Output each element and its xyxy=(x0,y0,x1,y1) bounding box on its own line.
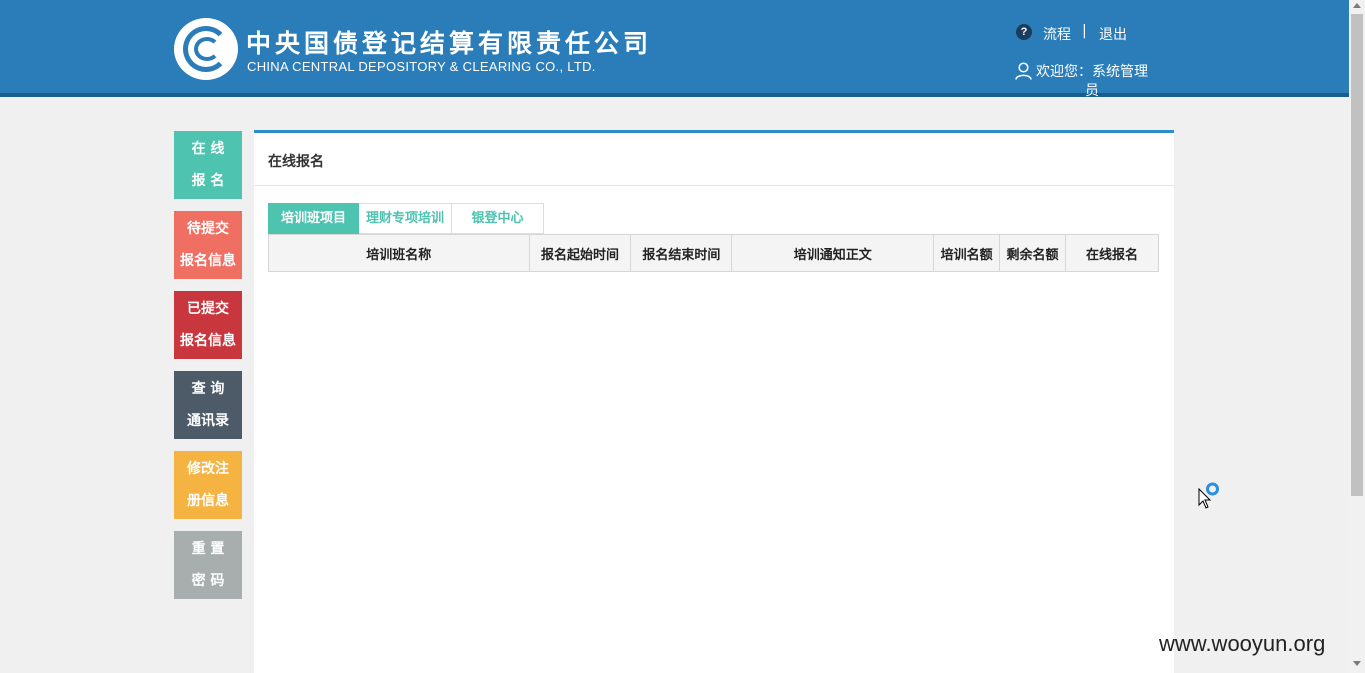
column-header: 报名结束时间 xyxy=(630,234,733,272)
busy-cursor-icon xyxy=(1198,482,1219,509)
flow-link[interactable]: 流程 xyxy=(1043,24,1071,44)
sidebar-item-submitted[interactable]: 已提交 报名信息 xyxy=(174,291,242,359)
column-header: 报名起始时间 xyxy=(528,234,632,272)
sidebar-item-edit-registration[interactable]: 修改注 册信息 xyxy=(174,451,242,519)
header-bar: 中央国债登记结算有限责任公司 CHINA CENTRAL DEPOSITORY … xyxy=(0,0,1349,99)
tab-training-projects[interactable]: 培训班项目 xyxy=(268,203,359,234)
column-header: 剩余名额 xyxy=(999,234,1067,272)
sidebar-item-address-book[interactable]: 查 询 通讯录 xyxy=(174,371,242,439)
sidebar-item-label: 报 名 xyxy=(191,173,225,189)
main-panel: 在线报名 培训班项目 理财专项培训 银登中心 培训班名称 报名起始时间 报名结束… xyxy=(254,130,1174,673)
company-name-cn: 中央国债登记结算有限责任公司 xyxy=(246,29,653,58)
page-title: 在线报名 xyxy=(268,154,324,170)
user-icon xyxy=(1015,62,1032,80)
column-header: 培训班名称 xyxy=(268,234,530,272)
sidebar-item-label: 已提交 xyxy=(187,301,229,317)
ccdc-logo-icon xyxy=(174,18,238,80)
company-name-en: CHINA CENTRAL DEPOSITORY & CLEARING CO.,… xyxy=(247,59,596,74)
sidebar-item-label: 修改注 xyxy=(187,461,229,477)
column-header: 培训名额 xyxy=(933,234,1001,272)
sidebar-item-label: 待提交 xyxy=(187,221,229,237)
sidebar-item-label: 报名信息 xyxy=(180,333,236,349)
scroll-up-icon[interactable] xyxy=(1353,3,1361,8)
sidebar-item-reset-password[interactable]: 重 置 密 码 xyxy=(174,531,242,599)
sidebar-item-label: 通讯录 xyxy=(187,413,229,429)
sidebar-item-label: 重 置 xyxy=(191,541,225,557)
watermark: www.wooyun.org xyxy=(1159,631,1326,656)
training-table: 培训班名称 报名起始时间 报名结束时间 培训通知正文 培训名额 剩余名额 在线报… xyxy=(268,234,1159,272)
tab-wealth-training[interactable]: 理财专项培训 xyxy=(359,203,452,234)
column-header: 在线报名 xyxy=(1065,234,1159,272)
sidebar-item-label: 册信息 xyxy=(187,493,229,509)
sidebar-item-pending-submission[interactable]: 待提交 报名信息 xyxy=(174,211,242,279)
sidebar-item-label: 在 线 xyxy=(191,141,225,157)
scroll-thumb[interactable] xyxy=(1351,14,1363,496)
table-header-row: 培训班名称 报名起始时间 报名结束时间 培训通知正文 培训名额 剩余名额 在线报… xyxy=(268,234,1159,272)
logout-link[interactable]: 退出 xyxy=(1099,24,1127,44)
page-scrollbar[interactable] xyxy=(1349,0,1365,673)
scroll-down-icon[interactable] xyxy=(1353,661,1361,666)
sidebar-item-online-signup[interactable]: 在 线 报 名 xyxy=(174,131,242,199)
welcome-text: 欢迎您：系统管理员 xyxy=(1036,64,1148,99)
title-divider xyxy=(254,185,1174,186)
sidebar-item-label: 密 码 xyxy=(191,573,225,589)
tab-yindeng-center[interactable]: 银登中心 xyxy=(452,203,544,234)
help-icon[interactable]: ? xyxy=(1016,24,1032,40)
sidebar-item-label: 报名信息 xyxy=(180,253,236,269)
sidebar-item-label: 查 询 xyxy=(191,381,225,397)
column-header: 培训通知正文 xyxy=(731,234,935,272)
link-separator: | xyxy=(1082,23,1087,39)
